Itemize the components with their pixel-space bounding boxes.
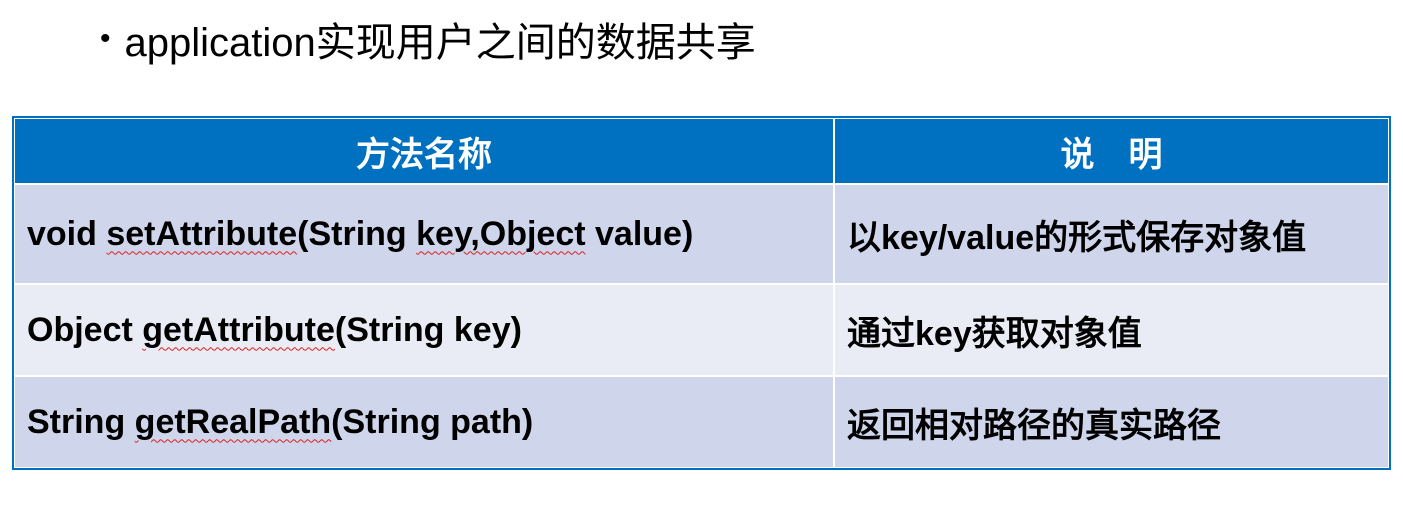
method-args-flagged: key,Object — [416, 214, 586, 253]
method-name: getAttribute — [142, 310, 335, 349]
method-cell: String getRealPath(String path) — [13, 375, 835, 469]
methods-table: 方法名称 说 明 void setAttribute(String key,Ob… — [12, 116, 1391, 470]
description-cell: 通过key获取对象值 — [833, 283, 1390, 377]
method-return-type: void — [27, 214, 107, 253]
description-cell: 返回相对路径的真实路径 — [833, 375, 1390, 469]
header-method-name: 方法名称 — [13, 117, 835, 185]
header-description: 说 明 — [833, 117, 1390, 185]
table-row: Object getAttribute(String key) 通过key获取对… — [13, 283, 1390, 377]
heading-text: application实现用户之间的数据共享 — [124, 21, 756, 65]
method-args: (String path) — [331, 402, 534, 441]
table-row: void setAttribute(String key,Object valu… — [13, 183, 1390, 285]
method-args: (String — [297, 214, 417, 253]
method-args-tail: value) — [585, 214, 694, 253]
method-return-type: String — [27, 402, 135, 441]
table-row: String getRealPath(String path) 返回相对路径的真… — [13, 375, 1390, 469]
method-return-type: Object — [27, 310, 143, 349]
slide-heading: • application实现用户之间的数据共享 — [100, 8, 756, 70]
method-name: getRealPath — [134, 402, 332, 441]
description-cell: 以key/value的形式保存对象值 — [833, 183, 1390, 285]
method-cell: Object getAttribute(String key) — [13, 283, 835, 377]
bullet-icon: • — [100, 22, 111, 55]
method-name: setAttribute — [106, 214, 298, 253]
method-args: (String key) — [334, 310, 522, 349]
method-cell: void setAttribute(String key,Object valu… — [13, 183, 835, 285]
table-header-row: 方法名称 说 明 — [13, 117, 1390, 185]
